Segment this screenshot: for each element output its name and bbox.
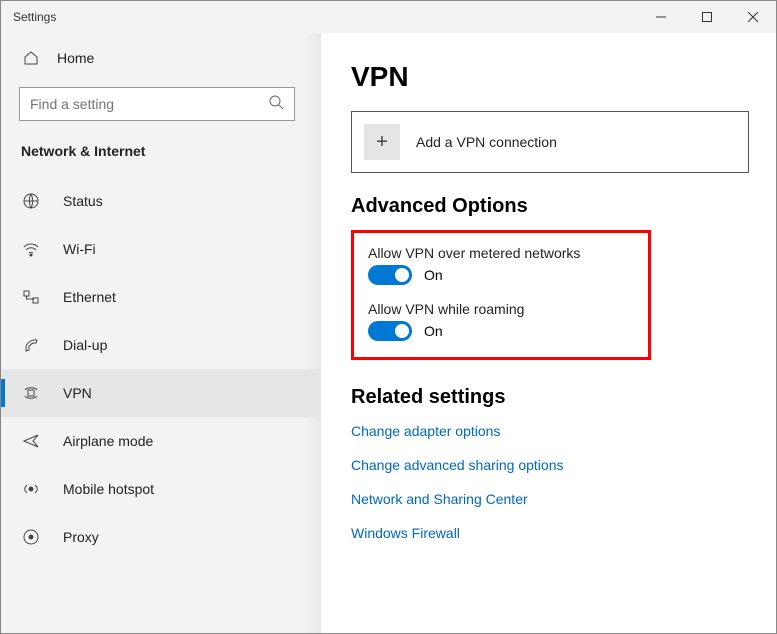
nav-label: Airplane mode [63,433,153,449]
roaming-toggle[interactable] [368,321,412,341]
airplane-icon [21,432,41,450]
nav-label: VPN [63,385,92,401]
metered-toggle-state: On [424,267,443,283]
related-settings-heading: Related settings [351,386,742,409]
home-icon [21,50,41,66]
minimize-button[interactable] [638,1,684,33]
ethernet-icon [21,288,41,306]
search-input[interactable] [30,96,268,112]
add-vpn-label: Add a VPN connection [416,134,557,150]
nav-label: Proxy [63,529,99,545]
nav-dialup[interactable]: Dial-up [1,321,321,369]
proxy-icon [21,528,41,546]
titlebar: Settings [1,1,776,33]
vpn-icon [21,384,41,402]
section-title: Network & Internet [1,129,321,177]
link-adapter-options[interactable]: Change adapter options [351,423,742,439]
search-box[interactable] [19,87,295,121]
nav-label: Wi-Fi [63,241,96,257]
close-button[interactable] [730,1,776,33]
page-title: VPN [351,61,742,93]
search-icon [268,94,284,115]
plus-icon: + [364,124,400,160]
roaming-toggle-state: On [424,323,443,339]
metered-option-label: Allow VPN over metered networks [368,245,634,261]
add-vpn-button[interactable]: + Add a VPN connection [351,111,749,173]
wifi-icon [21,240,41,258]
nav-label: Dial-up [63,337,107,353]
nav-label: Ethernet [63,289,116,305]
status-icon [21,192,41,210]
hotspot-icon [21,480,41,498]
nav-airplane[interactable]: Airplane mode [1,417,321,465]
nav-proxy[interactable]: Proxy [1,513,321,561]
dialup-icon [21,336,41,354]
highlighted-options: Allow VPN over metered networks On Allow… [351,230,651,360]
nav-hotspot[interactable]: Mobile hotspot [1,465,321,513]
roaming-option-label: Allow VPN while roaming [368,301,634,317]
nav-label: Mobile hotspot [63,481,154,497]
advanced-options-heading: Advanced Options [351,195,742,218]
link-firewall[interactable]: Windows Firewall [351,525,742,541]
window-title: Settings [13,10,56,24]
link-sharing-options[interactable]: Change advanced sharing options [351,457,742,473]
nav-status[interactable]: Status [1,177,321,225]
metered-toggle[interactable] [368,265,412,285]
nav-vpn[interactable]: VPN [1,369,321,417]
content-area: VPN + Add a VPN connection Advanced Opti… [321,33,776,633]
nav-ethernet[interactable]: Ethernet [1,273,321,321]
sidebar: Home Network & Internet Status Wi-Fi Eth… [1,33,321,633]
home-label: Home [57,50,94,66]
nav-wifi[interactable]: Wi-Fi [1,225,321,273]
home-nav[interactable]: Home [1,37,321,79]
link-network-center[interactable]: Network and Sharing Center [351,491,742,507]
maximize-button[interactable] [684,1,730,33]
nav-label: Status [63,193,103,209]
